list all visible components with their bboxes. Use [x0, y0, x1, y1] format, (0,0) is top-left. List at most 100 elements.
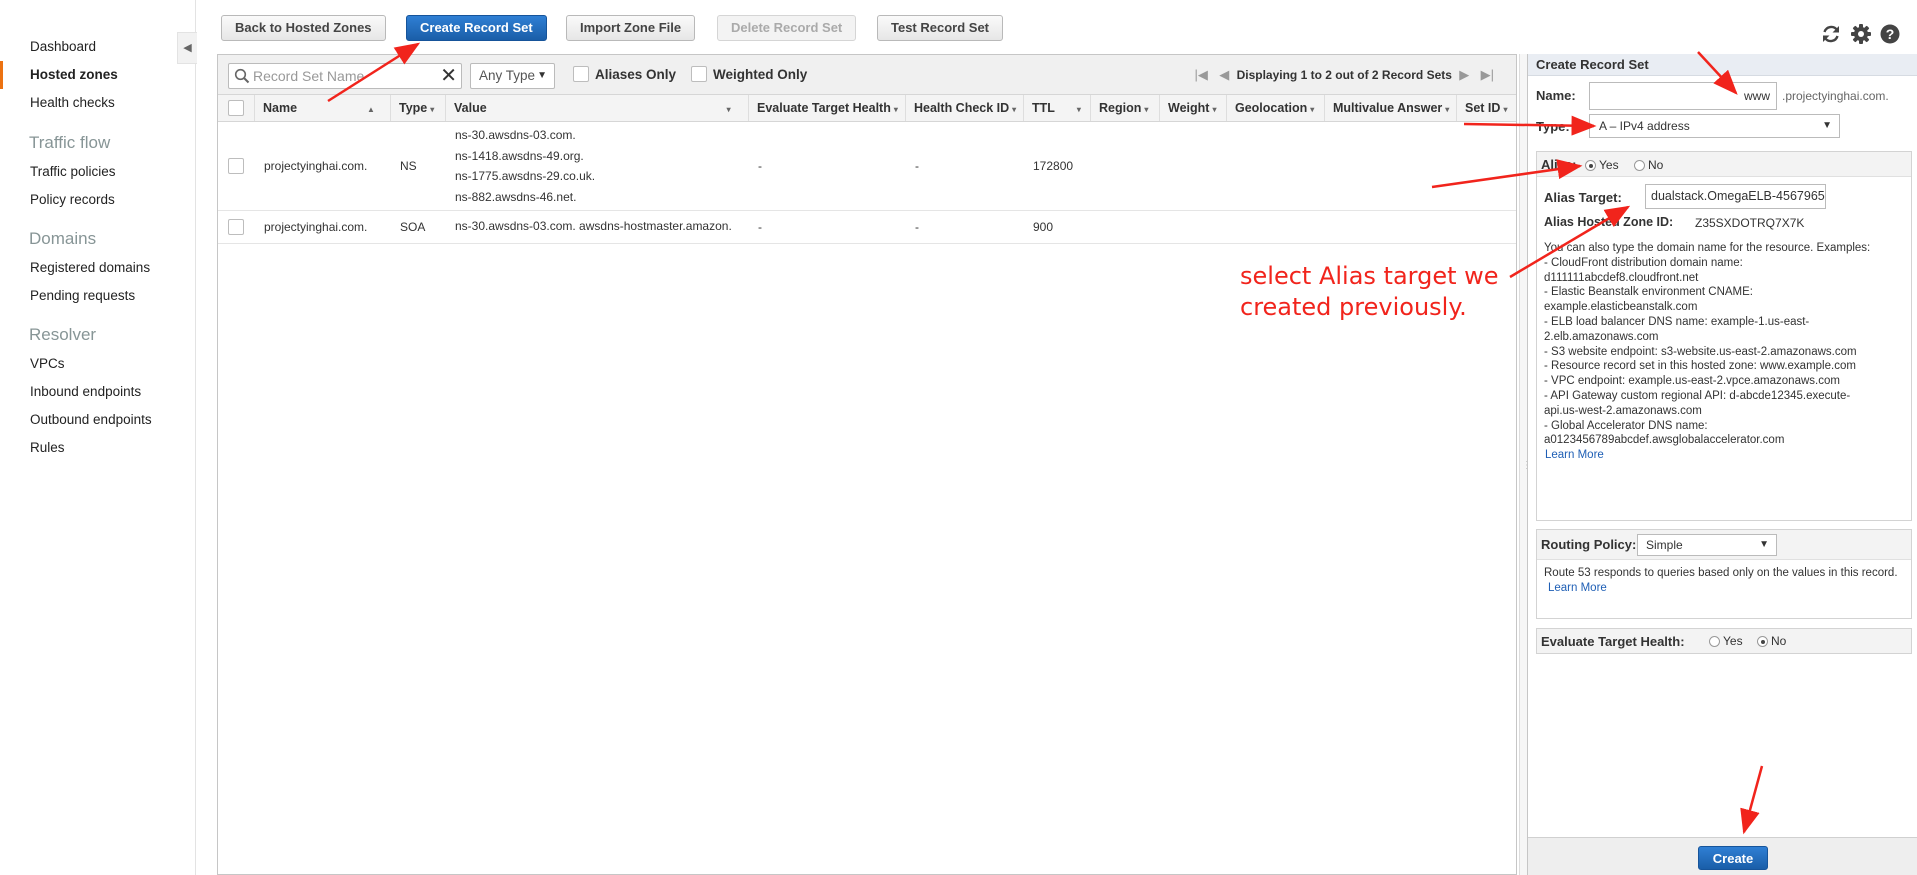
row-checkbox[interactable]: [228, 158, 244, 174]
help-line: 2.elb.amazonaws.com: [1544, 330, 1659, 343]
eval-no-radio[interactable]: No: [1757, 634, 1786, 648]
col-header-label: Name: [263, 101, 298, 115]
chevron-down-icon: ▾: [1012, 105, 1017, 114]
sidebar-item-dashboard[interactable]: Dashboard: [0, 33, 176, 61]
alias-yes-radio[interactable]: Yes: [1585, 158, 1619, 172]
test-record-set-button[interactable]: Test Record Set: [877, 15, 1004, 41]
create-button[interactable]: Create: [1698, 846, 1768, 870]
aliases-only-checkbox[interactable]: Aliases Only: [573, 66, 677, 83]
select-all-checkbox[interactable]: [228, 100, 244, 116]
help-line: - Global Accelerator DNS name:: [1544, 419, 1708, 432]
chevron-down-icon: ▾: [1144, 105, 1149, 114]
sidebar-item-vpcs[interactable]: VPCs: [0, 350, 176, 378]
col-header-evaluate-target-health[interactable]: Evaluate Target Health ▾: [748, 95, 905, 121]
alias-no-label: No: [1648, 158, 1664, 172]
sidebar-item-rules[interactable]: Rules: [0, 434, 176, 462]
chevron-down-icon: ▾: [1445, 105, 1450, 114]
col-header-set-id[interactable]: Set ID ▾: [1456, 95, 1518, 121]
gear-icon[interactable]: [1850, 23, 1872, 45]
row-ttl: 900: [1033, 220, 1054, 234]
radio-selected-icon[interactable]: [1757, 636, 1768, 648]
col-header-geolocation[interactable]: Geolocation ▾: [1226, 95, 1324, 121]
checkbox-icon[interactable]: [573, 66, 589, 83]
sidebar-domains-group: Domains Registered domains Pending reque…: [0, 224, 176, 310]
panel-resize-handle[interactable]: ⋮: [1519, 54, 1532, 875]
search-box[interactable]: ✕: [228, 63, 462, 89]
alias-no-radio[interactable]: No: [1634, 158, 1663, 172]
zone-suffix: .projectyinghai.com.: [1782, 89, 1889, 103]
col-header-multivalue-answer[interactable]: Multivalue Answer ▾: [1324, 95, 1456, 121]
refresh-icon[interactable]: [1820, 23, 1842, 45]
alias-help-text: You can also type the domain name for th…: [1544, 241, 1906, 463]
sidebar: Dashboard Hosted zones Health checks Tra…: [0, 0, 196, 875]
next-page-icon[interactable]: ▶: [1459, 67, 1469, 82]
alias-learn-more-link[interactable]: Learn More: [1545, 449, 1604, 461]
help-icon[interactable]: ?: [1879, 23, 1901, 45]
name-input[interactable]: [1589, 82, 1777, 110]
col-header-health-check-id[interactable]: Health Check ID ▾: [905, 95, 1023, 121]
eval-yes-radio[interactable]: Yes: [1709, 634, 1743, 648]
col-header-weight[interactable]: Weight ▾: [1159, 95, 1226, 121]
routing-policy-select[interactable]: Simple ▼: [1637, 534, 1777, 556]
col-header-type[interactable]: Type ▾: [390, 95, 445, 121]
row-name: projectyinghai.com.: [264, 159, 368, 173]
create-record-set-panel: Create Record Set Name: .projectyinghai.…: [1527, 54, 1917, 875]
chevron-down-icon: ▼: [1759, 539, 1769, 550]
chevron-down-icon: ▼: [1822, 120, 1832, 131]
value-line: ns-882.awsdns-46.net.: [455, 189, 577, 204]
last-page-icon[interactable]: ▶|: [1481, 67, 1494, 82]
col-header-label: Multivalue Answer: [1333, 101, 1443, 115]
sidebar-item-hosted-zones[interactable]: Hosted zones: [0, 61, 176, 89]
type-label: Type:: [1536, 119, 1570, 134]
delete-record-set-button: Delete Record Set: [717, 15, 857, 41]
sidebar-main-group: Dashboard Hosted zones Health checks: [0, 33, 176, 117]
sidebar-item-registered-domains[interactable]: Registered domains: [0, 254, 176, 282]
col-header-value[interactable]: Value ▾: [445, 95, 748, 121]
col-header-ttl[interactable]: TTL ▾: [1023, 95, 1090, 121]
prev-page-icon[interactable]: ◀: [1219, 67, 1229, 82]
type-filter-value: Any Type: [479, 68, 536, 83]
help-line: - CloudFront distribution domain name:: [1544, 256, 1743, 269]
alias-target-input[interactable]: dualstack.OmegaELB-4567965.us-east: [1645, 184, 1826, 209]
help-line: - ELB load balancer DNS name: example-1.…: [1544, 315, 1810, 328]
learn-more-wrapper: Learn More: [1544, 448, 1906, 463]
aliases-only-label: Aliases Only: [595, 67, 677, 82]
evaluate-target-health-section: Evaluate Target Health: Yes No: [1536, 628, 1912, 654]
value-line: ns-1775.awsdns-29.co.uk.: [455, 169, 596, 183]
record-type-select[interactable]: A – IPv4 address ▼: [1589, 114, 1840, 138]
chevron-left-icon[interactable]: ◀: [177, 32, 197, 64]
sidebar-item-outbound-endpoints[interactable]: Outbound endpoints: [0, 406, 176, 434]
col-header-name[interactable]: Name ▲: [254, 95, 390, 121]
radio-icon[interactable]: [1709, 636, 1720, 648]
routing-learn-more-link[interactable]: Learn More: [1548, 582, 1607, 594]
chevron-down-icon: ▾: [1076, 105, 1081, 114]
sidebar-item-traffic-policies[interactable]: Traffic policies: [0, 158, 176, 186]
import-zone-file-button[interactable]: Import Zone File: [566, 15, 696, 41]
weighted-only-checkbox[interactable]: Weighted Only: [691, 66, 807, 83]
sidebar-item-inbound-endpoints[interactable]: Inbound endpoints: [0, 378, 176, 406]
create-record-set-button[interactable]: Create Record Set: [406, 15, 547, 41]
eval-no-label: No: [1771, 634, 1787, 648]
sidebar-item-health-checks[interactable]: Health checks: [0, 89, 176, 117]
radio-selected-icon[interactable]: [1585, 160, 1596, 172]
row-checkbox[interactable]: [228, 219, 244, 235]
help-line: - VPC endpoint: example.us-east-2.vpce.a…: [1544, 375, 1840, 388]
sidebar-item-policy-records[interactable]: Policy records: [0, 186, 176, 214]
table-row[interactable]: projectyinghai.com. SOA ns-30.awsdns-03.…: [218, 211, 1516, 244]
clear-search-icon[interactable]: ✕: [440, 65, 457, 87]
search-input[interactable]: [253, 66, 433, 86]
first-page-icon[interactable]: |◀: [1195, 67, 1208, 82]
sidebar-item-pending-requests[interactable]: Pending requests: [0, 282, 176, 310]
table-header: Name ▲ Type ▾ Value ▾ Evaluate Target Healt…: [218, 95, 1516, 122]
sidebar-resolver-group: Resolver VPCs Inbound endpoints Outbound…: [0, 320, 176, 462]
panel-title: Create Record Set: [1528, 54, 1917, 76]
radio-icon[interactable]: [1634, 160, 1645, 172]
type-filter-select[interactable]: Any Type ▼: [470, 63, 555, 89]
back-to-hosted-zones-button[interactable]: Back to Hosted Zones: [221, 15, 386, 41]
checkbox-icon[interactable]: [691, 66, 707, 83]
row-type: NS: [400, 159, 417, 173]
table-row[interactable]: projectyinghai.com. NS ns-30.awsdns-03.c…: [218, 122, 1516, 211]
hosted-zone-id-value: Z35SXDOTRQ7X7K: [1695, 216, 1805, 230]
chevron-down-icon: ▾: [893, 105, 898, 114]
col-header-region[interactable]: Region ▾: [1090, 95, 1159, 121]
